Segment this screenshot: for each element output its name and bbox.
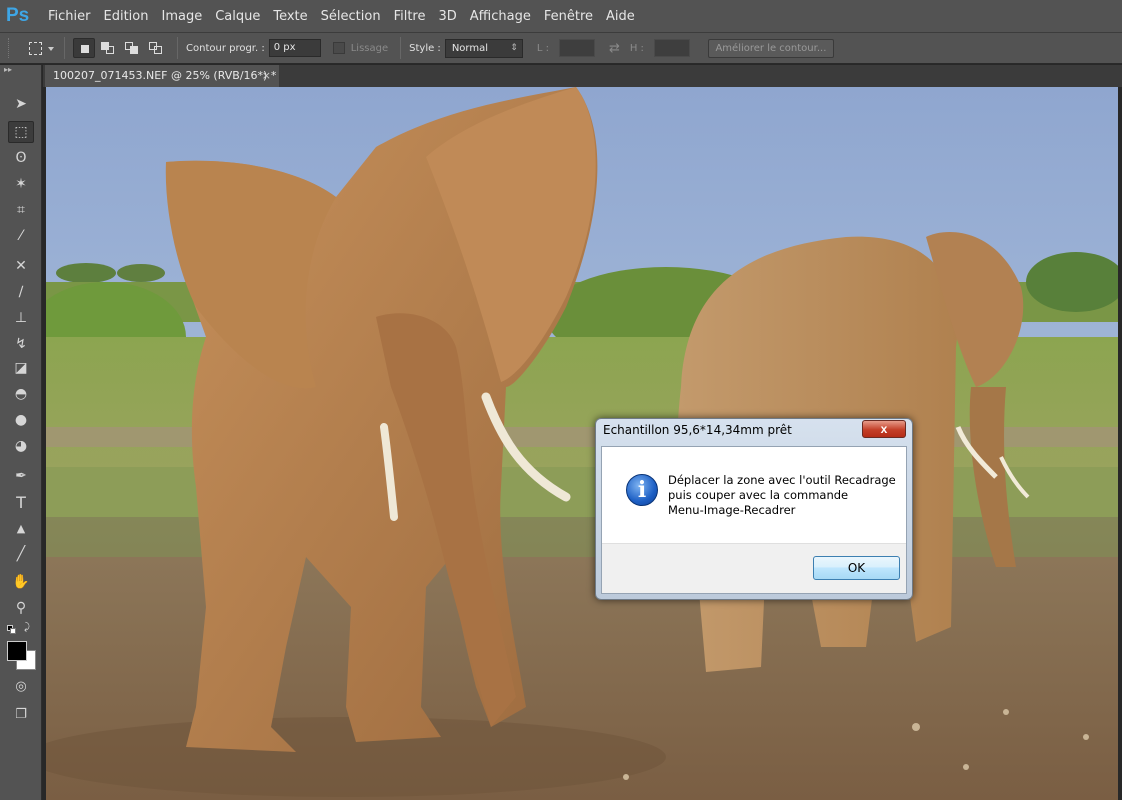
swap-colors-icon[interactable]: ⤸: [24, 622, 30, 633]
menu-filtre[interactable]: Filtre: [390, 9, 435, 24]
menu-affichage[interactable]: Affichage: [466, 9, 540, 24]
zoom-tool-icon[interactable]: ⚲: [8, 597, 34, 619]
dialog-footer: OK: [602, 543, 906, 593]
dodge-tool-icon[interactable]: ◕: [8, 435, 34, 457]
info-icon: i: [626, 474, 658, 506]
document-tab[interactable]: 100207_071453.NEF @ 25% (RVB/16*) * ×: [45, 65, 279, 87]
divider: [400, 37, 402, 59]
line-tool-icon[interactable]: ╱: [8, 543, 34, 565]
tools-panel: ▸▸ ➤ ⬚ ʘ ✶ ⌗ ⁄ ✕ ∕ ⊥ ↯ ◪ ◓ ● ◕ ✒ T ▲ ╱ ✋…: [0, 65, 42, 800]
dialog-message-line: Menu-Image-Recadrer: [668, 503, 796, 517]
lasso-tool-icon[interactable]: ʘ: [8, 147, 34, 169]
width-label: L :: [536, 42, 549, 54]
add-selection-button[interactable]: [97, 38, 119, 58]
move-tool-icon[interactable]: ➤: [8, 93, 34, 115]
type-tool-icon[interactable]: T: [8, 491, 34, 513]
new-selection-button[interactable]: [73, 38, 95, 58]
dialog-close-button[interactable]: x: [862, 420, 906, 438]
menu-texte[interactable]: Texte: [269, 9, 316, 24]
bucket-tool-icon[interactable]: ◓: [8, 383, 34, 405]
marquee-preset-icon[interactable]: [24, 37, 46, 59]
style-select[interactable]: Normal: [444, 38, 523, 58]
contour-label: Contour progr. :: [186, 42, 265, 54]
toolbar-collapse-icon[interactable]: ▸▸: [0, 65, 41, 77]
style-label: Style :: [409, 42, 441, 54]
lissage-label: Lissage: [350, 42, 389, 54]
healing-tool-icon[interactable]: ✕: [8, 255, 34, 277]
dialog-message: Déplacer la zone avec l'outil Recadrage …: [668, 473, 898, 518]
dialog-message-line: puis couper avec la commande: [668, 488, 849, 502]
brush-tool-icon[interactable]: ∕: [8, 281, 34, 303]
document-tab-title: 100207_071453.NEF @ 25% (RVB/16*) *: [53, 69, 277, 82]
menu-fenetre[interactable]: Fenêtre: [540, 9, 602, 24]
height-label: H :: [629, 42, 644, 54]
options-bar: Contour progr. : 0 px Lissage Style : No…: [0, 32, 1122, 64]
menu-calque[interactable]: Calque: [211, 9, 269, 24]
stamp-tool-icon[interactable]: ⊥: [8, 307, 34, 329]
contour-input[interactable]: 0 px: [268, 39, 321, 57]
photoshop-logo: Ps: [6, 5, 30, 26]
options-grip[interactable]: [8, 38, 12, 58]
path-selection-tool-icon[interactable]: ▲: [8, 517, 34, 539]
dialog-message-line: Déplacer la zone avec l'outil Recadrage: [668, 473, 896, 487]
history-brush-tool-icon[interactable]: ↯: [8, 333, 34, 355]
subtract-selection-button[interactable]: [121, 38, 143, 58]
magic-wand-tool-icon[interactable]: ✶: [8, 173, 34, 195]
preset-dropdown-icon[interactable]: [46, 37, 56, 59]
menu-3d[interactable]: 3D: [435, 9, 466, 24]
dialog-body: i Déplacer la zone avec l'outil Recadrag…: [601, 446, 907, 594]
menu-edition[interactable]: Edition: [100, 9, 158, 24]
close-tab-icon[interactable]: ×: [262, 65, 271, 87]
lissage-checkbox[interactable]: [332, 42, 345, 54]
menu-image[interactable]: Image: [157, 9, 211, 24]
swap-icon[interactable]: ⇄: [609, 41, 620, 56]
menu-fichier[interactable]: Fichier: [44, 9, 100, 24]
height-input[interactable]: [653, 39, 690, 57]
crop-tool-icon[interactable]: ⌗: [8, 199, 34, 221]
menu-aide[interactable]: Aide: [602, 9, 644, 24]
dialog-title: Echantillon 95,6*14,34mm prêt: [603, 423, 792, 437]
ok-button[interactable]: OK: [813, 556, 900, 580]
screen-mode-icon[interactable]: ❐: [8, 703, 34, 725]
eraser-tool-icon[interactable]: ◪: [8, 357, 34, 379]
refine-edge-button[interactable]: Améliorer le contour...: [707, 38, 834, 58]
message-dialog: Echantillon 95,6*14,34mm prêt x i Déplac…: [595, 418, 913, 600]
document-canvas[interactable]: [46, 87, 1118, 800]
divider: [177, 37, 178, 59]
pen-tool-icon[interactable]: ✒: [8, 465, 34, 487]
menu-bar: Ps Fichier Edition Image Calque Texte Sé…: [0, 0, 1122, 32]
hand-tool-icon[interactable]: ✋: [8, 571, 34, 593]
foreground-color-swatch[interactable]: [7, 641, 27, 661]
eyedropper-tool-icon[interactable]: ⁄: [8, 225, 34, 247]
intersect-selection-button[interactable]: [145, 38, 167, 58]
elephant-photo: [46, 87, 1118, 800]
divider: [64, 37, 65, 59]
default-colors-icon[interactable]: [7, 625, 16, 634]
blur-tool-icon[interactable]: ●: [8, 409, 34, 431]
marquee-tool-icon[interactable]: ⬚: [8, 121, 34, 143]
document-tab-bar: 100207_071453.NEF @ 25% (RVB/16*) * ×: [43, 65, 1122, 87]
quick-mask-icon[interactable]: ◎: [8, 675, 34, 697]
width-input[interactable]: [558, 39, 595, 57]
menu-selection[interactable]: Sélection: [317, 9, 390, 24]
